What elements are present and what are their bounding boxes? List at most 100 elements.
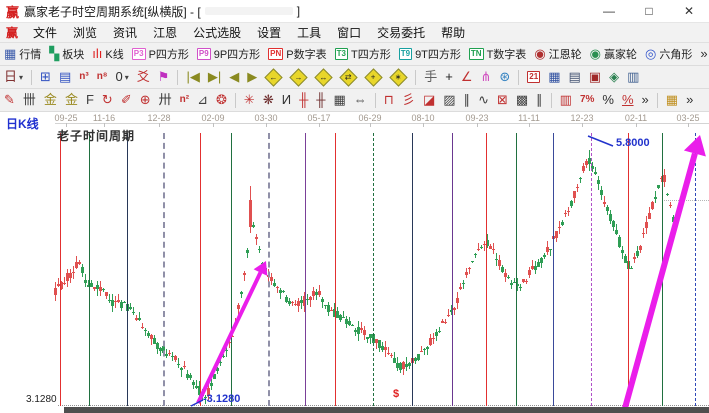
width-measure-tool[interactable]: ⇔: [351, 90, 370, 110]
percent-line-tool[interactable]: %: [619, 90, 637, 110]
menu-settings[interactable]: 设置: [249, 24, 289, 41]
list-view-icon[interactable]: ▤: [56, 67, 74, 87]
fib-f-tool[interactable]: F: [83, 90, 97, 110]
angle-measure-button[interactable]: ∠: [458, 67, 476, 87]
hand-tool-button-icon: 手: [424, 70, 437, 84]
menu-help[interactable]: 帮助: [433, 24, 473, 41]
menu-window[interactable]: 窗口: [329, 24, 369, 41]
comb-tool[interactable]: 卌: [20, 90, 39, 110]
calendar-icon[interactable]: 21: [524, 67, 543, 87]
zigzag-tool[interactable]: ∿: [475, 90, 492, 110]
multi-parallel-tool[interactable]: ∥: [533, 90, 546, 110]
n-square-tool[interactable]: n²: [177, 90, 192, 110]
flag-icon[interactable]: ⚑: [155, 67, 173, 87]
menu-formula-stock-pick[interactable]: 公式选股: [185, 24, 249, 41]
export-icon[interactable]: ▥: [624, 67, 642, 87]
diamond-plus-button[interactable]: +: [362, 67, 385, 87]
hexagon-button[interactable]: ◎六角形: [642, 44, 695, 64]
layout-grid-button[interactable]: ▦: [663, 90, 681, 110]
diamond-right-button[interactable]: →: [287, 67, 310, 87]
crosshair-tool-button[interactable]: +: [442, 67, 456, 87]
gold-ratio-tool-1[interactable]: 金: [41, 90, 60, 110]
bottom-scrollbar[interactable]: [64, 407, 709, 413]
fan-box-tool[interactable]: ◪: [420, 90, 438, 110]
x-axis-tick: [159, 123, 160, 127]
last-page-button[interactable]: ▶|: [205, 67, 224, 87]
minimize-button[interactable]: —: [589, 0, 629, 22]
gann-wheel-button[interactable]: ◉江恩轮: [531, 44, 584, 64]
menu-gann[interactable]: 江恩: [145, 24, 185, 41]
next-page-button[interactable]: ▶: [244, 67, 260, 87]
web-box-tool[interactable]: ▨: [440, 90, 458, 110]
hand-tool-button[interactable]: 手: [421, 67, 440, 87]
maximize-button[interactable]: □: [629, 0, 669, 22]
diamond-hspan-button[interactable]: ↔: [312, 67, 335, 87]
menu-file[interactable]: 文件: [25, 24, 65, 41]
t-digit-table-button[interactable]: TNT数字表: [466, 44, 529, 64]
ray-star-tool[interactable]: ✳: [241, 90, 258, 110]
diamond-swap-button[interactable]: ⇄: [337, 67, 360, 87]
kline-button[interactable]: ılıK线: [89, 44, 126, 64]
p9-square-button[interactable]: P99P四方形: [194, 44, 263, 64]
gann-grid-button[interactable]: ⋔: [477, 67, 494, 87]
quotes-button[interactable]: ▦行情: [1, 44, 44, 64]
sphere-tool-button[interactable]: ⊛: [496, 67, 513, 87]
calculator-icon[interactable]: ▦: [545, 67, 563, 87]
percent-tool[interactable]: %: [599, 90, 617, 110]
parallel-lines-tool[interactable]: ∥: [461, 90, 474, 110]
period-selector[interactable]: 日▾: [1, 67, 26, 87]
close-button[interactable]: ✕: [669, 0, 709, 22]
notes-icon[interactable]: ▤: [565, 67, 583, 87]
t-square-button[interactable]: T3T四方形: [332, 44, 394, 64]
save-all-icon[interactable]: ◈: [606, 67, 622, 87]
p-digit-table-button[interactable]: PNP数字表: [265, 44, 329, 64]
menu-trade[interactable]: 交易委托: [369, 24, 433, 41]
layout-overflow-icon: »: [686, 93, 693, 107]
mini-chart-3-icon[interactable]: n³: [76, 67, 91, 87]
diamond-cross-button[interactable]: ∗: [387, 67, 410, 87]
sectors-button[interactable]: ▚板块: [46, 44, 87, 64]
pen-tool[interactable]: ✎: [1, 90, 18, 110]
menu-browse[interactable]: 浏览: [65, 24, 105, 41]
candle-style-selector[interactable]: 0▾: [113, 67, 132, 87]
web-grid-tool[interactable]: ❋: [260, 90, 277, 110]
time-lines-tool-1[interactable]: ╫: [296, 90, 311, 110]
frame-tool[interactable]: ⊓: [381, 90, 397, 110]
time-lines-tool-2[interactable]: ╫: [313, 90, 328, 110]
dense-comb-tool[interactable]: 卅: [156, 90, 175, 110]
layout-overflow[interactable]: »: [683, 90, 696, 110]
spiral-tool[interactable]: ↻: [99, 90, 116, 110]
toolbar-separator: [551, 93, 552, 108]
compress-view-icon[interactable]: ⊞: [37, 67, 54, 87]
percent-7-tool[interactable]: 7%: [577, 90, 597, 110]
menu-news[interactable]: 资讯: [105, 24, 145, 41]
wave-mark-tool[interactable]: И: [279, 90, 294, 110]
gann-grid-button-icon: ⋔: [480, 70, 491, 84]
draw-toolbar-overflow[interactable]: »: [639, 90, 652, 110]
t9-square-button[interactable]: T99T四方形: [396, 44, 464, 64]
compass-target-tool[interactable]: ❂: [213, 90, 230, 110]
menu-tools[interactable]: 工具: [289, 24, 329, 41]
gann-circle-tool[interactable]: ⊕: [137, 90, 154, 110]
grid-fence-tool[interactable]: ▦: [331, 90, 349, 110]
pattern-icon[interactable]: 爻: [134, 67, 153, 87]
first-page-button[interactable]: |◀: [183, 67, 202, 87]
winner-wheel-button[interactable]: ◉赢家轮: [587, 44, 640, 64]
star-box-tool[interactable]: ⊠: [494, 90, 511, 110]
chart-area[interactable]: 日K线 老子时间周期 09-2511-1612-2802-0903-3005-1…: [0, 112, 709, 413]
brush-tool[interactable]: ✐: [118, 90, 135, 110]
save-icon[interactable]: ▣: [586, 67, 604, 87]
column-stats-tool[interactable]: ▥: [557, 90, 575, 110]
candle-style-selector-icon: 0: [116, 70, 123, 84]
mini-chart-8-icon[interactable]: n⁸: [94, 67, 111, 87]
fan-rays-tool[interactable]: 彡: [399, 90, 418, 110]
gold-ratio-tool-2[interactable]: 金: [62, 90, 81, 110]
t9-square-button-label: 9T四方形: [415, 46, 461, 62]
hatch-box-tool[interactable]: ▩: [513, 90, 531, 110]
x-axis-tick: [370, 123, 371, 127]
p-square-button[interactable]: P3P四方形: [129, 44, 192, 64]
diamond-left-button[interactable]: ←: [262, 67, 285, 87]
angle-flag-tool[interactable]: ⊿: [194, 90, 211, 110]
main-toolbar-overflow[interactable]: »: [697, 44, 709, 64]
prev-page-button[interactable]: ◀: [226, 67, 242, 87]
